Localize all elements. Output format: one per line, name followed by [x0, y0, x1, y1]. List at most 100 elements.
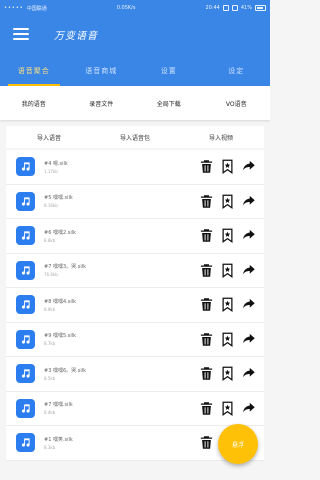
- music-note-icon: [16, 433, 35, 453]
- music-note-icon: [16, 260, 35, 280]
- file-name: #7 嘿嘿.silk: [44, 402, 73, 409]
- row-actions: [199, 263, 256, 278]
- row-actions: [199, 228, 256, 244]
- share-icon[interactable]: [241, 159, 256, 174]
- music-note-icon: [16, 329, 35, 349]
- app-header: 万变语音: [0, 16, 270, 52]
- import-voice-button[interactable]: 导入语音: [6, 133, 92, 142]
- list-item[interactable]: #6 嘿嘿2.silk 8.8kb: [6, 219, 264, 254]
- share-icon[interactable]: [241, 194, 256, 209]
- row-actions: [199, 332, 256, 347]
- file-size: 8.3kb: [44, 444, 56, 450]
- bookmark-star-icon[interactable]: [220, 263, 235, 278]
- list-item[interactable]: #3 嘿嘿6。哭.silk 8.5kb: [6, 357, 264, 392]
- file-name: #7 嘿嘿3。哭.silk: [44, 264, 87, 271]
- carrier-label: 中国联通: [26, 5, 47, 12]
- music-note-icon: [16, 226, 35, 246]
- music-note-icon: [16, 364, 35, 384]
- music-note-icon: [16, 398, 35, 418]
- tab-voice-pack[interactable]: 语音聚合: [0, 52, 68, 86]
- import-video-button[interactable]: 导入视频: [178, 133, 264, 142]
- file-name: #4 嗯.silk: [44, 160, 68, 167]
- trash-icon[interactable]: [199, 159, 214, 174]
- list-item[interactable]: #7 嘿嘿.silk 8.4kb: [6, 392, 264, 426]
- trash-icon[interactable]: [199, 263, 214, 278]
- trash-icon[interactable]: [199, 297, 214, 312]
- app-root: ••••• 中国联通 0.05K/s 20:44 41% 万变语音 语音聚合 语…: [0, 0, 270, 480]
- tab-config[interactable]: 设定: [203, 52, 271, 86]
- bookmark-star-icon[interactable]: [220, 297, 235, 313]
- battery-icon: [255, 5, 266, 11]
- list-item[interactable]: #9 嘿嘿5.silk 8.7kb: [6, 323, 264, 357]
- list-item-meta: #7 嘿嘿.silk 8.4kb: [44, 401, 199, 415]
- list-item-meta: #8 嘿嘿4.silk 8.9kb: [44, 298, 199, 312]
- share-icon[interactable]: [241, 366, 256, 381]
- floating-button[interactable]: 悬浮: [218, 424, 258, 464]
- list-item[interactable]: #8 嘿嘿4.silk 8.9kb: [6, 288, 264, 323]
- voice-list: #4 嗯.silk 1.17kb #5 嘿嘿.silk 8.16kb #6 嘿嘿2.si…: [6, 150, 264, 461]
- network-speed: 0.05K/s: [116, 5, 136, 11]
- subtab-my-voice[interactable]: 我的语音: [0, 99, 68, 108]
- list-item[interactable]: #5 嘿嘿.silk 8.16kb: [6, 185, 264, 219]
- row-actions: [199, 159, 256, 175]
- trash-icon[interactable]: [199, 228, 214, 243]
- file-size: 8.9kb: [44, 306, 56, 312]
- import-actions: 导入语音 导入语音包 导入视频: [6, 126, 264, 148]
- trash-icon[interactable]: [199, 366, 214, 381]
- sub-tabs: 我的语音 录音文件 全局下载 VO语音: [0, 86, 270, 120]
- row-actions: [199, 401, 256, 416]
- bookmark-star-icon[interactable]: [220, 366, 235, 382]
- row-actions: [199, 366, 256, 382]
- subtab-global-download[interactable]: 全局下载: [135, 99, 203, 108]
- list-item-meta: #6 嘿嘿2.silk 8.8kb: [44, 229, 199, 243]
- subtab-recordings[interactable]: 录音文件: [68, 99, 136, 108]
- signal-dots: •••••: [4, 5, 24, 11]
- file-size: 8.4kb: [44, 410, 56, 416]
- tab-voice-store[interactable]: 语音商城: [68, 52, 136, 86]
- hamburger-menu-icon[interactable]: [13, 28, 29, 40]
- trash-icon[interactable]: [199, 332, 214, 347]
- file-size: 8.7kb: [44, 341, 56, 347]
- list-item-meta: #1 嘿笑.silk 8.3kb: [44, 436, 199, 450]
- file-size: 8.8kb: [44, 237, 56, 243]
- file-name: #8 嘿嘿4.silk: [44, 298, 77, 305]
- app-title: 万变语音: [54, 30, 98, 42]
- share-icon[interactable]: [241, 297, 256, 312]
- list-item-meta: #9 嘿嘿5.silk 8.7kb: [44, 332, 199, 346]
- file-name: #9 嘿嘿5.silk: [44, 333, 77, 340]
- alarm-icon: [231, 5, 238, 11]
- list-item[interactable]: #4 嗯.silk 1.17kb: [6, 150, 264, 185]
- share-icon[interactable]: [241, 332, 256, 347]
- tab-settings[interactable]: 设置: [135, 52, 203, 86]
- subtab-vo-voice[interactable]: VO语音: [203, 99, 271, 108]
- share-icon[interactable]: [241, 401, 256, 416]
- file-size: 76.6kb: [44, 272, 58, 278]
- list-item-meta: #4 嗯.silk 1.17kb: [44, 160, 199, 174]
- bookmark-star-icon[interactable]: [220, 228, 235, 244]
- file-name: #3 嘿嘿6。哭.silk: [44, 367, 87, 374]
- clock: 20:44: [205, 5, 220, 11]
- bookmark-star-icon[interactable]: [220, 159, 235, 175]
- file-size: 1.17kb: [44, 168, 58, 174]
- list-item-meta: #5 嘿嘿.silk 8.16kb: [44, 194, 199, 208]
- trash-icon[interactable]: [199, 194, 214, 209]
- main-tabs: 语音聚合 语音商城 设置 设定: [0, 52, 270, 86]
- music-note-icon: [16, 191, 35, 211]
- bookmark-star-icon[interactable]: [220, 194, 235, 209]
- import-voice-pack-button[interactable]: 导入语音包: [92, 133, 178, 142]
- share-icon[interactable]: [241, 228, 256, 243]
- share-icon[interactable]: [241, 263, 256, 278]
- file-name: #6 嘿嘿2.silk: [44, 229, 77, 236]
- bookmark-star-icon[interactable]: [220, 332, 235, 347]
- bookmark-star-icon[interactable]: [220, 401, 235, 416]
- trash-icon[interactable]: [199, 435, 214, 450]
- file-size: 8.5kb: [44, 375, 56, 381]
- row-actions: [199, 297, 256, 313]
- list-item-meta: #3 嘿嘿6。哭.silk 8.5kb: [44, 367, 199, 381]
- row-actions: [199, 194, 256, 209]
- list-item[interactable]: #7 嘿嘿3。哭.silk 76.6kb: [6, 254, 264, 288]
- file-name: #1 嘿笑.silk: [44, 436, 73, 443]
- list-item-meta: #7 嘿嘿3。哭.silk 76.6kb: [44, 263, 199, 277]
- music-note-icon: [16, 157, 35, 177]
- trash-icon[interactable]: [199, 401, 214, 416]
